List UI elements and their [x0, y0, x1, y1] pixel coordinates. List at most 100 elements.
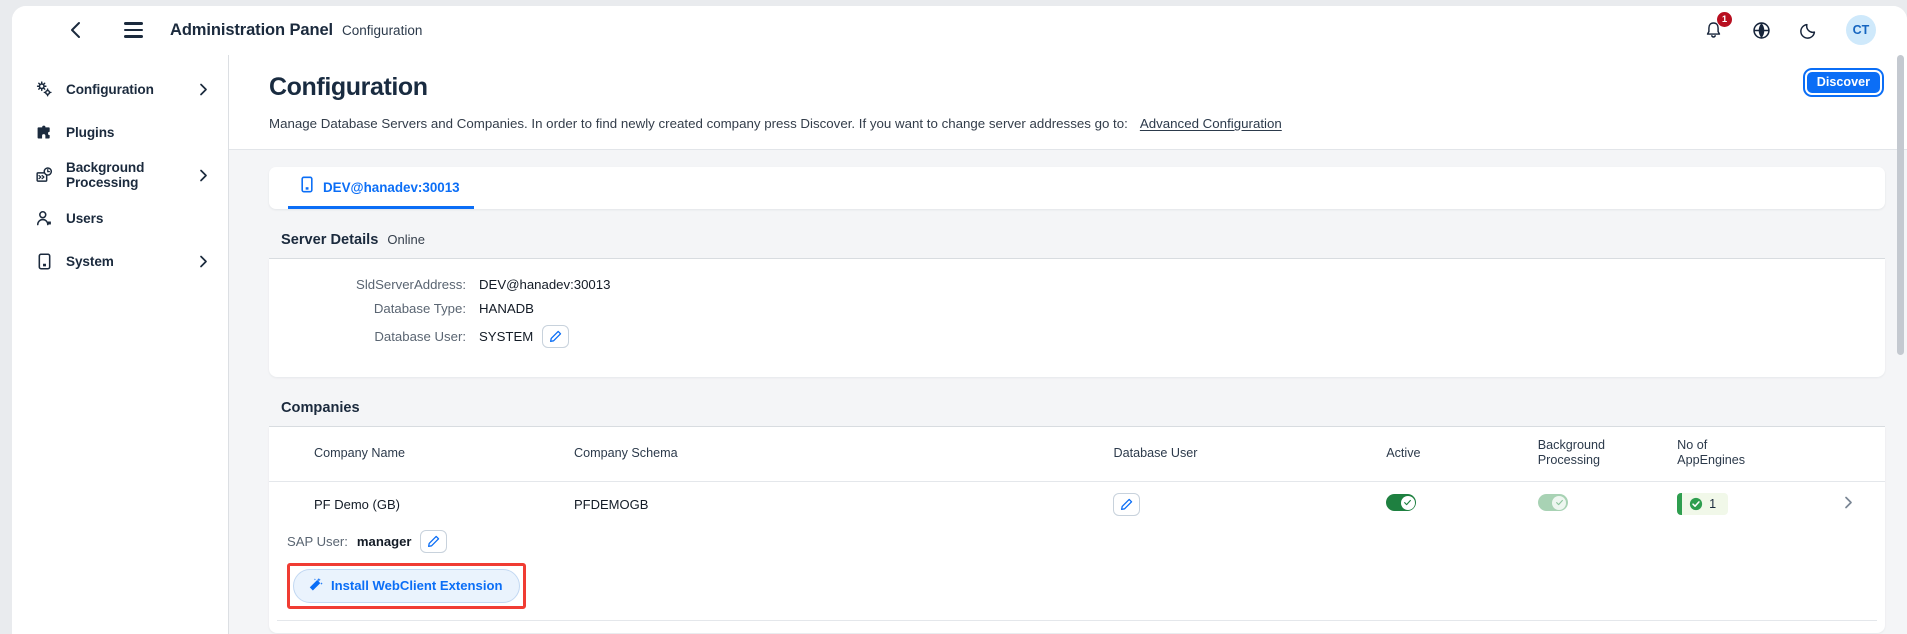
- database-server-icon: [300, 176, 314, 198]
- chevron-left-icon: [70, 22, 80, 38]
- column-no-of-appengines[interactable]: No of AppEngines: [1669, 427, 1813, 482]
- hamburger-menu-icon: [123, 22, 143, 25]
- detail-value-text: SYSTEM: [479, 329, 534, 344]
- sidebar-item-label: Configuration: [66, 81, 154, 97]
- table-row-details: SAP User: manager Install WebClient Exte…: [269, 527, 1885, 633]
- background-processing-toggle[interactable]: [1537, 494, 1568, 512]
- sidebar-item-configuration[interactable]: Configuration: [22, 71, 218, 107]
- companies-card: Companies Company Name Company Schema Da…: [269, 391, 1885, 633]
- detail-value: DEV@hanadev:30013: [479, 277, 610, 292]
- table-row[interactable]: PF Demo (GB) PFDEMOGB 1: [269, 481, 1885, 527]
- cell-expand[interactable]: [1812, 481, 1885, 527]
- companies-table-body: PF Demo (GB) PFDEMOGB 1 SAP User: manage…: [269, 481, 1885, 633]
- chevron-right-icon: [199, 83, 208, 96]
- column-company-schema[interactable]: Company Schema: [566, 427, 1106, 482]
- check-circle-icon: [1690, 498, 1703, 511]
- sidebar-item-label: Background Processing: [66, 160, 145, 190]
- cell-app-engines: 1: [1669, 481, 1812, 527]
- vertical-scrollbar[interactable]: [1897, 55, 1904, 634]
- chevron-right-icon: [199, 169, 208, 182]
- app-window: Administration Panel Configuration 1 CT …: [12, 6, 1907, 634]
- scrollbar-thumb[interactable]: [1897, 55, 1904, 355]
- top-bar: Administration Panel Configuration 1 CT: [12, 6, 1907, 55]
- row-divider: [277, 619, 1877, 621]
- companies-table: Company Name Company Schema Database Use…: [269, 427, 1885, 633]
- tab-label: DEV@hanadev:30013: [323, 179, 460, 195]
- chevron-right-icon: [199, 255, 208, 268]
- sidebar-item-users[interactable]: Users: [22, 200, 218, 236]
- language-button[interactable]: [1748, 17, 1774, 43]
- detail-row: Database User: SYSTEM: [269, 325, 1885, 348]
- notification-count-badge: 1: [1717, 12, 1732, 27]
- check-icon: [1555, 500, 1563, 506]
- column-database-user[interactable]: Database User: [1105, 427, 1379, 482]
- magic-wand-icon: [308, 577, 323, 595]
- scroll-area: DEV@hanadev:30013 Server Details Online …: [229, 150, 1907, 634]
- column-background-processing[interactable]: Background Processing: [1529, 427, 1670, 482]
- column-active[interactable]: Active: [1378, 427, 1530, 482]
- sidebar-item-system[interactable]: System: [22, 243, 218, 279]
- detail-label: Database Type:: [373, 301, 466, 316]
- sidebar-item-plugins[interactable]: Plugins: [22, 114, 218, 150]
- companies-header: Companies: [269, 391, 1885, 427]
- companies-title: Companies: [281, 400, 360, 416]
- app-engines-badge[interactable]: 1: [1677, 493, 1729, 516]
- active-toggle[interactable]: [1386, 494, 1417, 512]
- app-engines-count: 1: [1709, 497, 1717, 512]
- chevron-right-icon: [1845, 496, 1852, 509]
- install-webclient-highlight: Install WebClient Extension: [287, 562, 527, 609]
- sidebar-item-label: Users: [66, 210, 104, 226]
- install-webclient-extension-button[interactable]: Install WebClient Extension: [293, 568, 521, 603]
- detail-row: Database Type: HANADB: [269, 301, 1885, 316]
- detail-value: SYSTEM: [479, 325, 570, 348]
- avatar[interactable]: CT: [1846, 15, 1876, 45]
- device-icon: [33, 250, 55, 272]
- cell-company-schema: PFDEMOGB: [574, 496, 649, 512]
- pencil-icon: [550, 330, 562, 343]
- edit-company-database-user-button[interactable]: [1113, 492, 1141, 516]
- table-header-row: Company Name Company Schema Database Use…: [269, 427, 1885, 482]
- detail-value-text: DEV@hanadev:30013: [479, 277, 611, 292]
- sidebar-item-label: System: [66, 253, 114, 269]
- page-header: Configuration Manage Database Servers an…: [229, 55, 1907, 150]
- detail-value-text: HANADB: [479, 301, 534, 316]
- toggle-knob: [1400, 495, 1415, 510]
- user-icon: [33, 207, 55, 229]
- companies-body: Company Name Company Schema Database Use…: [269, 427, 1885, 633]
- server-status: Online: [387, 232, 425, 247]
- server-tabs: DEV@hanadev:30013: [269, 167, 1885, 209]
- detail-value: HANADB: [479, 301, 534, 316]
- company-detail-cell: SAP User: manager Install WebClient Exte…: [269, 527, 1885, 633]
- sidebar-item-background-processing[interactable]: Background Processing: [22, 157, 218, 193]
- detail-row: SldServerAddress: DEV@hanadev:30013: [269, 277, 1885, 292]
- column-expand: [1812, 427, 1885, 482]
- edit-database-user-button[interactable]: [542, 325, 570, 348]
- advanced-configuration-link[interactable]: Advanced Configuration: [1140, 116, 1282, 131]
- puzzle-piece-icon: [33, 121, 55, 143]
- tab-dev-hanadev-30013[interactable]: DEV@hanadev:30013: [288, 168, 474, 209]
- server-details-title: Server Details: [281, 232, 379, 248]
- body: Configuration Plugins Background Process…: [12, 55, 1907, 634]
- cell-active: [1378, 481, 1530, 527]
- companies-table-head: Company Name Company Schema Database Use…: [269, 427, 1885, 482]
- edit-sap-user-button[interactable]: [420, 529, 448, 553]
- server-details-card: Server Details Online SldServerAddress: …: [269, 223, 1885, 377]
- notifications-button[interactable]: 1: [1700, 12, 1732, 43]
- column-company-name[interactable]: Company Name: [269, 427, 566, 482]
- app-title: Administration Panel: [170, 20, 334, 39]
- cell-database-user: [1105, 481, 1378, 527]
- pencil-icon: [428, 535, 440, 547]
- server-details-body: SldServerAddress: DEV@hanadev:30013 Data…: [269, 259, 1885, 377]
- discover-button[interactable]: Discover: [1802, 68, 1885, 97]
- hamburger-menu-button[interactable]: [116, 13, 150, 47]
- main-content: Configuration Manage Database Servers an…: [229, 55, 1907, 634]
- cell-background-processing: [1530, 481, 1669, 527]
- dark-mode-button[interactable]: [1796, 17, 1822, 43]
- server-details-header: Server Details Online: [269, 223, 1885, 259]
- install-webclient-extension-label: Install WebClient Extension: [331, 578, 503, 594]
- sap-user-label: SAP User:: [287, 533, 348, 549]
- back-button[interactable]: [58, 13, 92, 47]
- page-description: Manage Database Servers and Companies. I…: [269, 116, 1877, 131]
- page-description-text: Manage Database Servers and Companies. I…: [269, 116, 1128, 131]
- process-clock-icon: [33, 164, 55, 186]
